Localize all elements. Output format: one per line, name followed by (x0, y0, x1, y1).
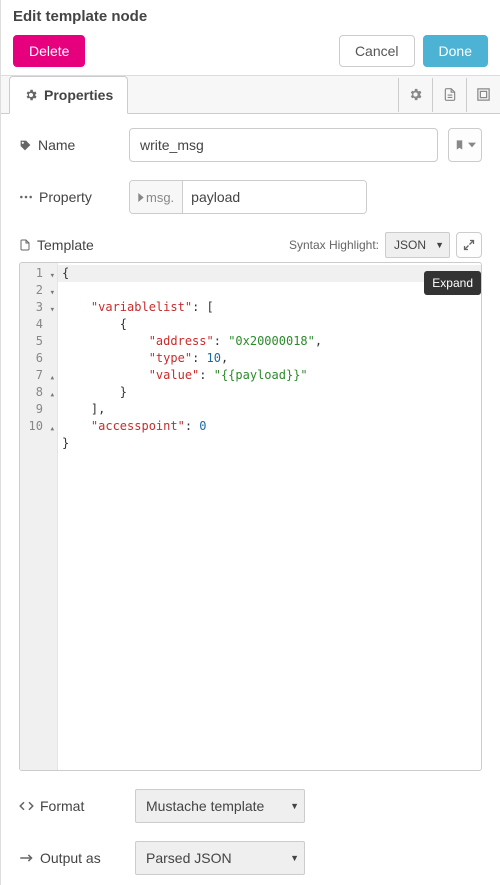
output-row: Output as Parsed JSON (19, 841, 482, 875)
editor-gutter: 1▾ 2▾ 3▾ 4 5 6 7▴ 8▴ 9 10▴ (20, 263, 58, 770)
tab-icons (398, 76, 500, 113)
caret-right-icon (138, 193, 144, 202)
editor-code[interactable]: { "variablelist": [ { "address": "0x2000… (58, 263, 481, 770)
expand-editor-button[interactable]: Expand (456, 232, 482, 258)
output-label-text: Output as (40, 850, 101, 866)
expand-tooltip: Expand (424, 271, 481, 295)
name-label-text: Name (38, 137, 75, 153)
code-icon (19, 800, 34, 812)
code-token: "variablelist" (91, 300, 192, 314)
tray-header: Edit template node Delete Cancel Done (1, 0, 500, 76)
group-icon (476, 87, 491, 102)
property-type-selector[interactable]: msg. (130, 181, 183, 213)
node-appearance-button[interactable] (466, 78, 500, 112)
file-icon (443, 87, 457, 102)
node-description-button[interactable] (432, 78, 466, 112)
property-label-text: Property (39, 189, 92, 205)
tray-title: Edit template node (13, 8, 488, 25)
format-label-text: Format (40, 798, 84, 814)
gutter-line: 10▴ (20, 418, 57, 435)
gutter-line: 5 (20, 333, 57, 350)
expand-icon (463, 239, 475, 251)
fold-icon[interactable]: ▴ (50, 421, 55, 438)
code-token: "address" (149, 334, 214, 348)
icon-picker-button[interactable] (448, 128, 482, 162)
gutter-line: 3▾ (20, 299, 57, 316)
delete-button[interactable]: Delete (13, 35, 85, 67)
code-token: "type" (149, 351, 192, 365)
format-label: Format (19, 798, 119, 814)
format-select-wrap: Mustache template (135, 789, 305, 823)
code-token: { (62, 266, 69, 280)
gutter-line: 9 (20, 401, 57, 418)
template-section: Template Syntax Highlight: JSON Expand (19, 232, 482, 771)
code-token: 0 (199, 419, 206, 433)
template-label: Template (19, 237, 94, 253)
ellipsis-icon (19, 194, 33, 200)
code-token: { (120, 317, 127, 331)
gutter-line: 6 (20, 350, 57, 367)
template-editor[interactable]: 1▾ 2▾ 3▾ 4 5 6 7▴ 8▴ 9 10▴ { "variableli… (19, 262, 482, 771)
node-settings-button[interactable] (398, 78, 432, 112)
syntax-highlight-label: Syntax Highlight: (289, 238, 379, 252)
format-select[interactable]: Mustache template (135, 789, 305, 823)
code-token: 10 (207, 351, 221, 365)
gutter-line: 7▴ (20, 367, 57, 384)
name-label: Name (19, 137, 119, 153)
output-label: Output as (19, 850, 119, 866)
bookmark-icon (454, 138, 465, 152)
done-button[interactable]: Done (423, 35, 488, 67)
tab-properties[interactable]: Properties (9, 76, 128, 114)
header-right: Cancel Done (339, 35, 488, 67)
name-input[interactable] (129, 128, 438, 162)
template-label-text: Template (37, 237, 94, 253)
gutter-line: 2▾ (20, 282, 57, 299)
caret-down-icon (468, 142, 476, 148)
file-icon (19, 238, 31, 252)
gear-icon (24, 88, 38, 102)
name-row: Name (19, 128, 482, 162)
property-row: Property msg. (19, 180, 482, 214)
syntax-highlight-select[interactable]: JSON (385, 232, 450, 258)
gutter-line: 8▴ (20, 384, 57, 401)
gutter-line: 1▾ (20, 265, 57, 282)
output-select-wrap: Parsed JSON (135, 841, 305, 875)
arrow-right-icon (19, 853, 34, 863)
properties-form: Name Property msg. (1, 114, 500, 885)
template-header: Template Syntax Highlight: JSON Expand (19, 232, 482, 258)
cancel-button[interactable]: Cancel (339, 35, 415, 67)
tab-bar: Properties (1, 76, 500, 114)
output-select[interactable]: Parsed JSON (135, 841, 305, 875)
header-actions: Delete Cancel Done (13, 35, 488, 67)
code-token: } (62, 436, 69, 450)
code-token: } (120, 385, 127, 399)
property-typed-input[interactable]: msg. (129, 180, 367, 214)
property-label: Property (19, 189, 119, 205)
tag-icon (19, 139, 32, 152)
edit-tray: Edit template node Delete Cancel Done Pr… (0, 0, 500, 885)
code-token: [ (207, 300, 214, 314)
format-row: Format Mustache template (19, 789, 482, 823)
code-token: "{{payload}}" (214, 368, 308, 382)
gutter-line: 4 (20, 316, 57, 333)
code-token: "accesspoint" (91, 419, 185, 433)
syntax-select-wrap: JSON (385, 232, 450, 258)
template-header-right: Syntax Highlight: JSON Expand (289, 232, 482, 258)
code-token: "0x20000018" (228, 334, 315, 348)
property-value-input[interactable] (183, 181, 367, 213)
property-type-text: msg. (146, 190, 174, 205)
tab-properties-label: Properties (44, 87, 113, 103)
gear-icon (408, 87, 423, 102)
code-token: "value" (149, 368, 200, 382)
